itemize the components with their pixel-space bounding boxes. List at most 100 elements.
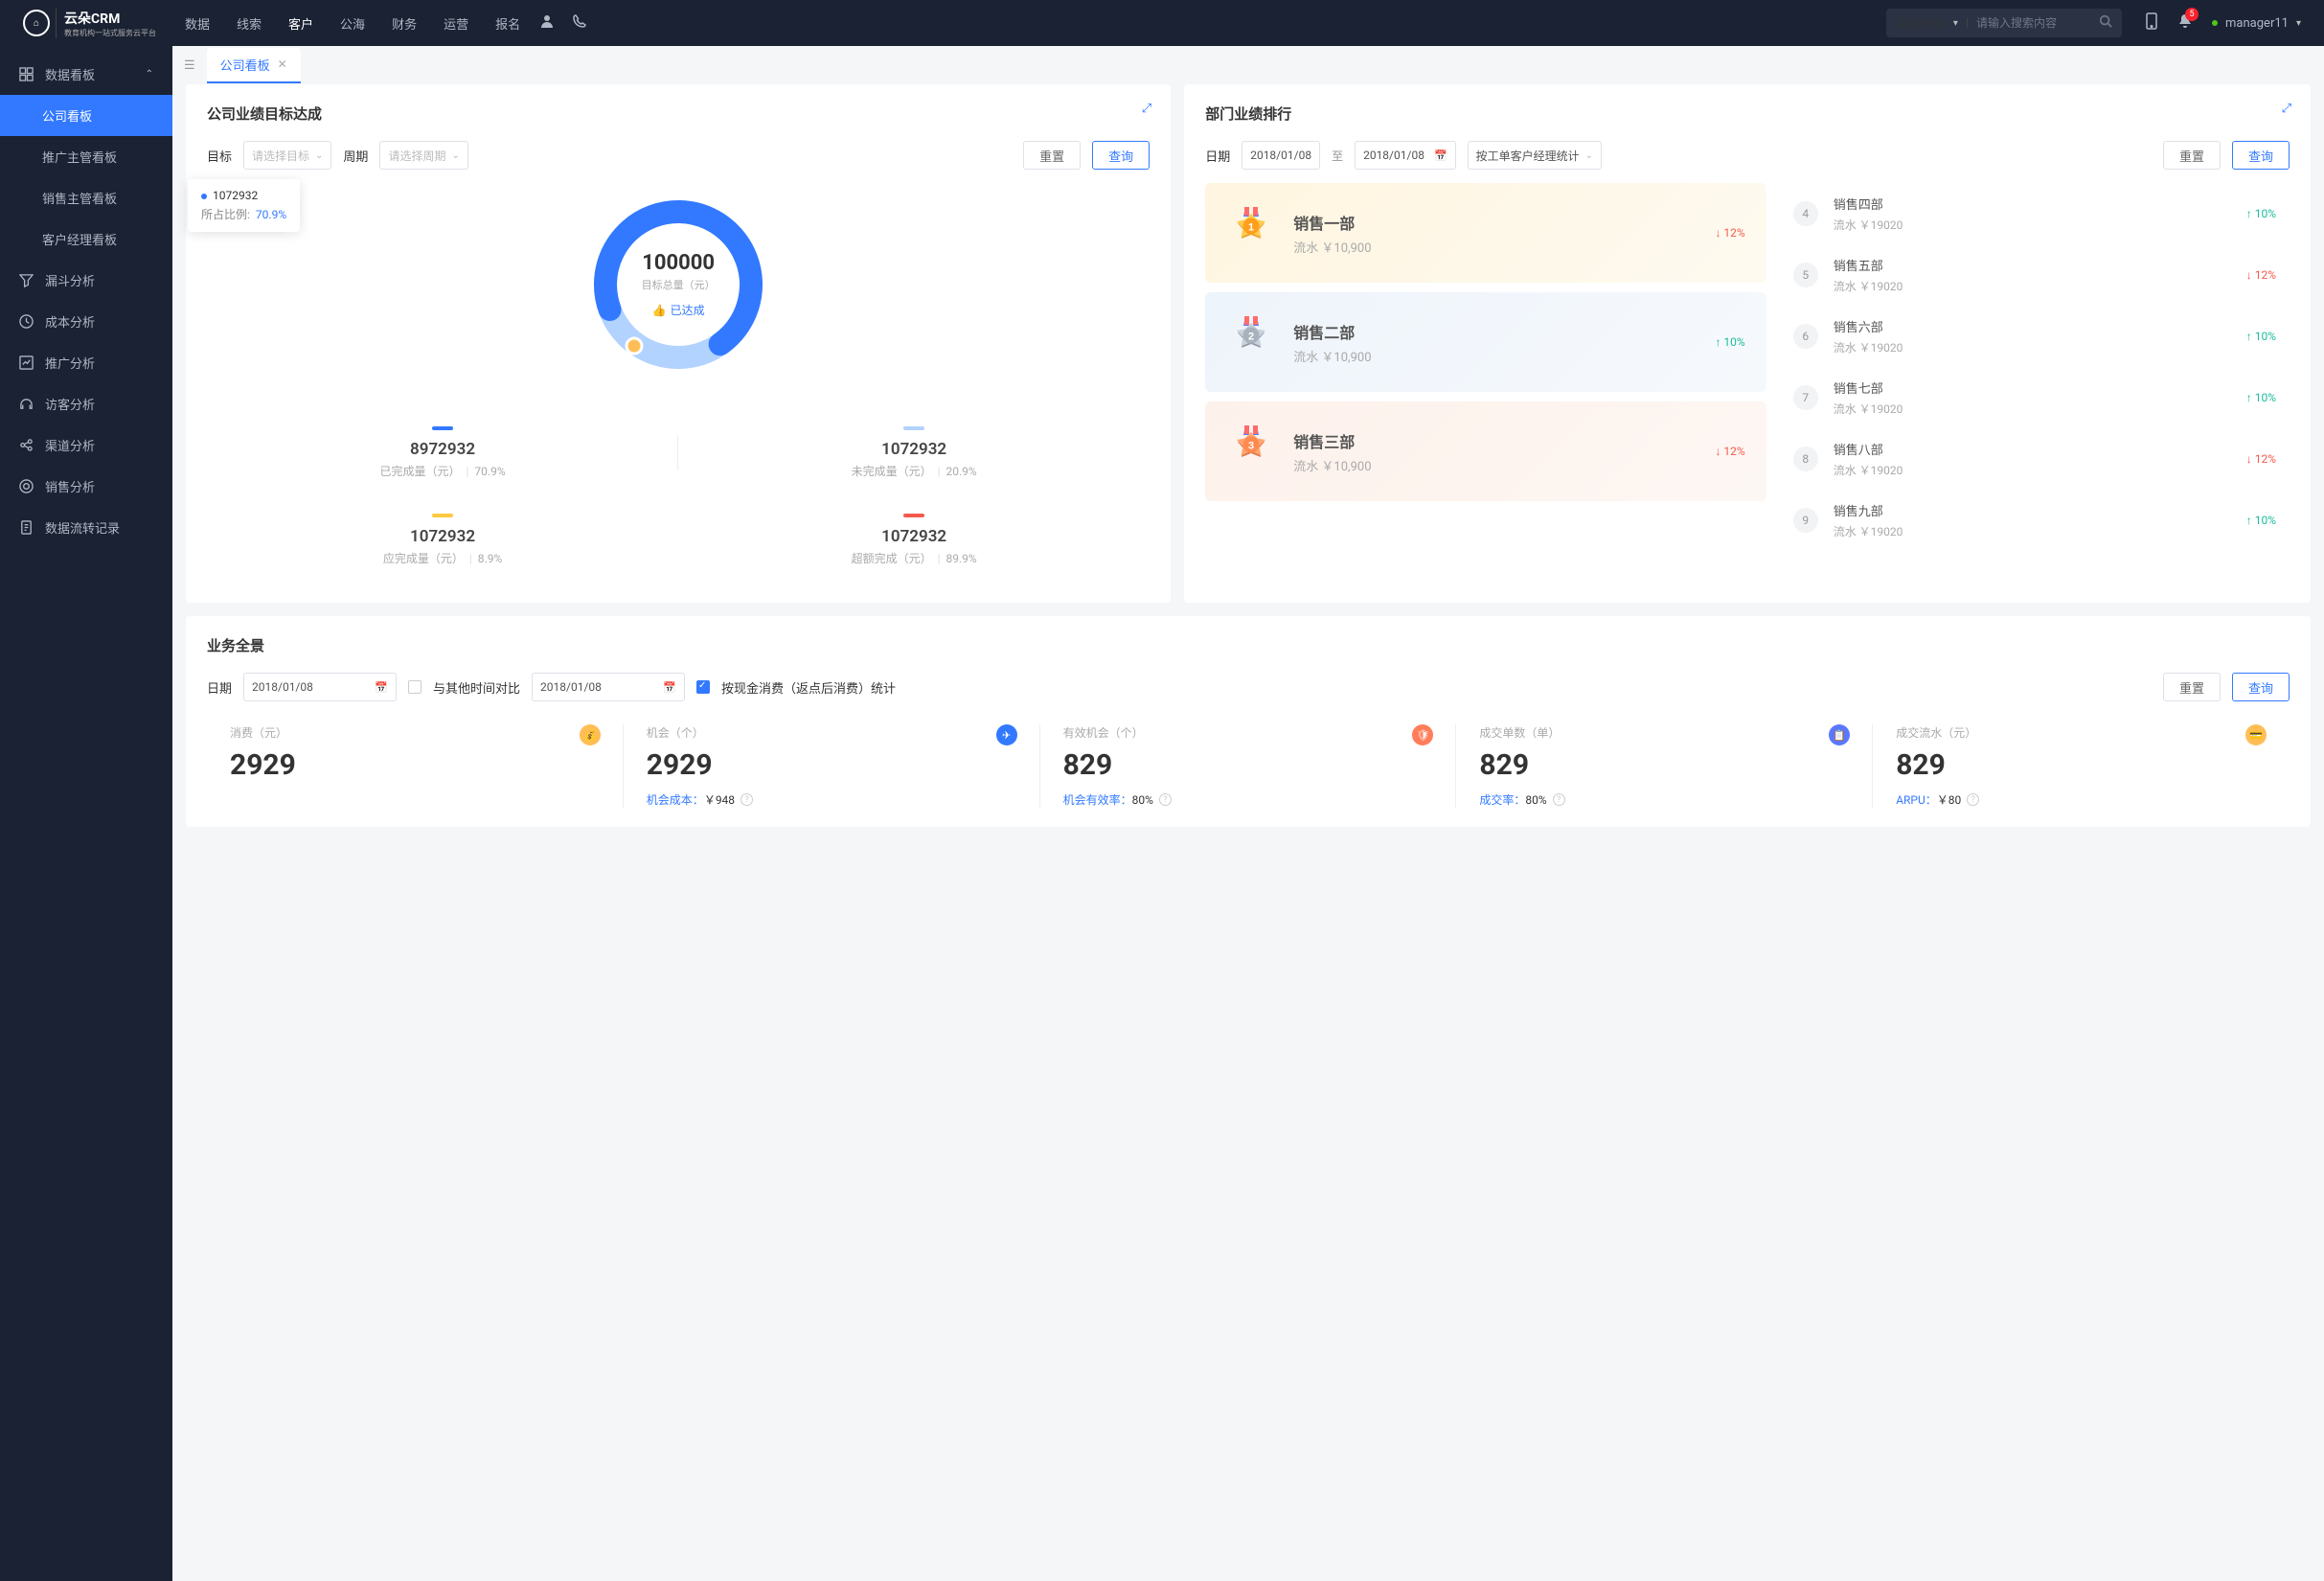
kpi-icon: 📋 (1829, 724, 1850, 745)
period-label: 周期 (343, 147, 368, 165)
chart-icon (19, 355, 34, 370)
close-icon[interactable]: ✕ (278, 57, 287, 71)
nav-ops[interactable]: 运营 (444, 14, 468, 33)
sidebar-item-visitor[interactable]: 访客分析 (0, 383, 172, 424)
kpi-cell: 🛡 有效机会（个） 829机会有效率：80%? (1040, 724, 1457, 808)
rank-row[interactable]: 7 销售七部 流水 ￥19020 ↑ 10% (1780, 367, 2290, 428)
user-icon[interactable] (539, 13, 555, 33)
kpi-value: 2929 (647, 748, 1017, 782)
rank-sub: 流水 ￥19020 (1834, 401, 2231, 417)
rank-sub: 流水 ￥19020 (1834, 339, 2231, 355)
sidebar-item-funnel[interactable]: 漏斗分析 (0, 260, 172, 301)
chevron-down-icon: ▾ (1953, 18, 1958, 29)
phone-icon[interactable] (572, 13, 587, 33)
reset-button[interactable]: 重置 (1023, 141, 1081, 170)
search-type-select[interactable]: 手机号码 (1896, 14, 1946, 33)
sidebar-item-flow[interactable]: 数据流转记录 (0, 507, 172, 548)
kpi-label: 机会（个） (647, 724, 1017, 741)
panorama-date[interactable]: 2018/01/08📅 (243, 673, 397, 701)
nav-customer[interactable]: 客户 (288, 14, 313, 33)
rank-sub: 流水 ￥10,900 (1293, 456, 1697, 474)
compare-date[interactable]: 2018/01/08📅 (532, 673, 685, 701)
search-box: 手机号码 ▾ | (1886, 9, 2122, 37)
query-button[interactable]: 查询 (2232, 673, 2290, 701)
mobile-icon[interactable] (2145, 12, 2158, 34)
rank-row[interactable]: 8 销售八部 流水 ￥19020 ↓ 12% (1780, 428, 2290, 490)
rank-row[interactable]: 6 销售六部 流水 ￥19020 ↑ 10% (1780, 306, 2290, 367)
menu-icon[interactable]: ☰ (184, 58, 195, 73)
kpi-cell: 💰 消费（元） 2929 (207, 724, 624, 808)
nav-data[interactable]: 数据 (185, 14, 210, 33)
calendar-icon: 📅 (1434, 149, 1447, 162)
nav-leads[interactable]: 线索 (237, 14, 262, 33)
date-from[interactable]: 2018/01/08 (1242, 141, 1320, 170)
status-dot (2212, 20, 2218, 26)
svg-text:2: 2 (1248, 332, 1254, 343)
kpi-sub: ARPU：￥80? (1896, 791, 2267, 808)
target-card: ⤢ 公司业绩目标达成 目标 请选择目标⌄ 周期 请选择周期⌄ 重置 查询 (186, 84, 1171, 603)
logo[interactable]: ⌂ 云朵CRM 教育机构一站式服务云平台 (23, 9, 156, 38)
medal-icon: 2 (1226, 317, 1276, 367)
logo-main: 云朵CRM (64, 9, 156, 28)
sidebar-item-channel[interactable]: 渠道分析 (0, 424, 172, 466)
stat-value: 1072932 (207, 527, 678, 546)
rank-row[interactable]: 5 销售五部 流水 ￥19020 ↓ 12% (1780, 244, 2290, 306)
rank-card[interactable]: 1 销售一部 流水 ￥10,900 ↓ 12% (1205, 183, 1766, 283)
help-icon[interactable]: ? (1967, 793, 1979, 806)
help-icon[interactable]: ? (1553, 793, 1565, 806)
mode-select[interactable]: 按工单客户经理统计⌄ (1468, 141, 1602, 170)
reset-button[interactable]: 重置 (2163, 141, 2221, 170)
stat-label: 已完成量（元）|70.9% (207, 463, 678, 479)
nav-signup[interactable]: 报名 (495, 14, 520, 33)
rank-card[interactable]: 2 销售二部 流水 ￥10,900 ↑ 10% (1205, 292, 1766, 392)
kpi-value: 829 (1896, 748, 2267, 782)
trend: ↓ 12% (2246, 452, 2276, 466)
rank-list: 4 销售四部 流水 ￥19020 ↑ 10%5 销售五部 流水 ￥19020 ↓… (1780, 183, 2290, 551)
tab-company-board[interactable]: 公司看板 ✕ (207, 48, 301, 83)
rank-sub: 流水 ￥19020 (1834, 278, 2231, 294)
trend: ↓ 12% (2246, 268, 2276, 282)
rank-num: 6 (1793, 324, 1818, 349)
query-button[interactable]: 查询 (2232, 141, 2290, 170)
ranking-card: ⤢ 部门业绩排行 日期 2018/01/08 至 2018/01/08📅 按工单… (1184, 84, 2311, 603)
sidebar-item-company[interactable]: 公司看板 (0, 95, 172, 136)
period-select[interactable]: 请选择周期⌄ (379, 141, 467, 170)
sidebar-item-cost[interactable]: 成本分析 (0, 301, 172, 342)
help-icon[interactable]: ? (1159, 793, 1172, 806)
sidebar-item-sales-analysis[interactable]: 销售分析 (0, 466, 172, 507)
logo-sub: 教育机构一站式服务云平台 (64, 28, 156, 38)
nav-finance[interactable]: 财务 (392, 14, 417, 33)
reset-button[interactable]: 重置 (2163, 673, 2221, 701)
nav-public[interactable]: 公海 (340, 14, 365, 33)
help-icon[interactable]: ? (740, 793, 753, 806)
sidebar-group-dashboard[interactable]: 数据看板 ⌃ (0, 54, 172, 95)
user-menu[interactable]: manager11 ▾ (2212, 16, 2301, 31)
cash-checkbox[interactable] (696, 680, 710, 694)
kpi-value: 2929 (230, 748, 601, 782)
rank-row[interactable]: 4 销售四部 流水 ￥19020 ↑ 10% (1780, 183, 2290, 244)
sidebar-item-manager[interactable]: 客户经理看板 (0, 218, 172, 260)
expand-icon[interactable]: ⤢ (2282, 102, 2291, 116)
chevron-down-icon: ⌄ (451, 150, 459, 161)
date-to[interactable]: 2018/01/08📅 (1355, 141, 1456, 170)
document-icon (19, 520, 34, 535)
expand-icon[interactable]: ⤢ (1142, 102, 1151, 116)
username: manager11 (2225, 16, 2289, 31)
sidebar-item-promo-analysis[interactable]: 推广分析 (0, 342, 172, 383)
target-select[interactable]: 请选择目标⌄ (243, 141, 331, 170)
search-input[interactable] (1976, 16, 2091, 30)
sidebar-item-sales[interactable]: 销售主管看板 (0, 177, 172, 218)
query-button[interactable]: 查询 (1092, 141, 1150, 170)
rank-sub: 流水 ￥10,900 (1293, 238, 1697, 256)
rank-card[interactable]: 3 销售三部 流水 ￥10,900 ↓ 12% (1205, 401, 1766, 501)
chevron-down-icon: ⌄ (1585, 150, 1593, 161)
compare-checkbox[interactable] (408, 680, 422, 694)
kpi-cell: 📋 成交单数（单） 829成交率：80%? (1456, 724, 1873, 808)
bell-icon[interactable]: 5 (2177, 13, 2193, 33)
search-icon[interactable] (2099, 14, 2112, 32)
kpi-row: 💰 消费（元） 2929✈ 机会（个） 2929机会成本：￥948?🛡 有效机会… (207, 724, 2290, 808)
stat-cell: 1072932 应完成量（元）|8.9% (207, 496, 678, 584)
rank-row[interactable]: 9 销售九部 流水 ￥19020 ↑ 10% (1780, 490, 2290, 551)
stat-value: 1072932 (678, 440, 1150, 459)
sidebar-item-promo[interactable]: 推广主管看板 (0, 136, 172, 177)
